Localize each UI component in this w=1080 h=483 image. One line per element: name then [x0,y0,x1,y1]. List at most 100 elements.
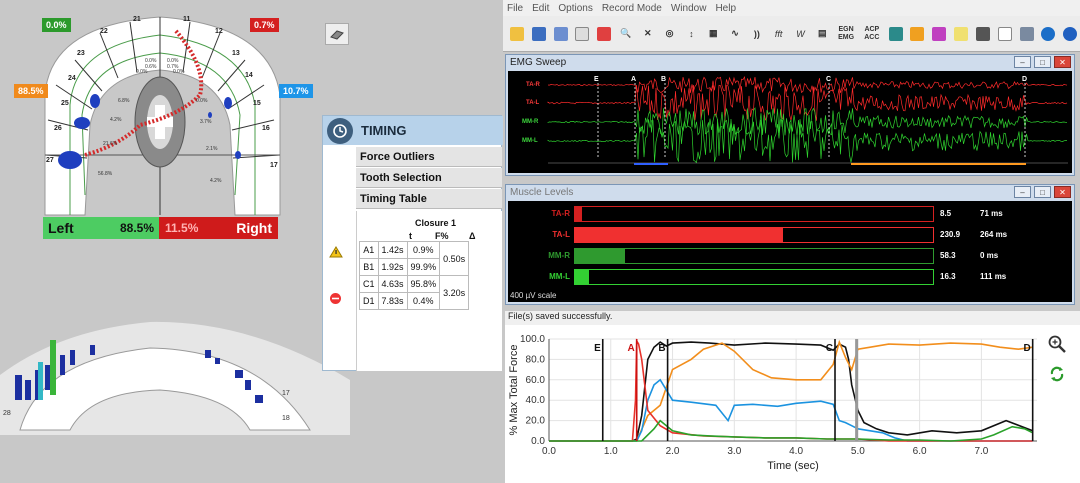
palette-icon[interactable] [929,23,949,45]
force-time-chart[interactable]: 0.020.040.060.080.0100.00.0 1.0 2.0 3.0 4.0 5… [505,325,1080,483]
x-tick-label: 3.0 [727,446,741,457]
close-button[interactable]: ✕ [1054,186,1071,198]
view-toggle-icon[interactable] [325,23,349,45]
channel-ta-r: TA-R [526,82,541,88]
save-icon[interactable] [529,23,549,45]
save-as-icon[interactable] [551,23,571,45]
menu-help[interactable]: Help [715,3,736,14]
channel-layout-icon[interactable]: ▤ [812,23,832,45]
row-id: C1 [359,275,379,293]
open-folder-icon[interactable] [507,23,527,45]
muscle-name: TA-L [552,230,570,239]
chart-icon[interactable] [908,23,928,45]
muscle-level-value: 16.3 [940,272,956,281]
scale-label: 400 µV scale [510,291,557,300]
right-label: Right [236,220,272,236]
fft-button[interactable]: fft [769,23,789,45]
tooth-pct: 3.7% [200,119,212,125]
acc-label: ACC [864,33,880,41]
close-icon[interactable]: ✕ [638,23,658,45]
timing-table-section[interactable]: Timing Table [356,189,502,209]
delete-icon[interactable] [594,23,614,45]
tooth-16-label: 16 [262,125,270,132]
timing-header[interactable]: TIMING [323,116,503,145]
tooth-selection-section[interactable]: Tooth Selection [356,168,502,188]
occlusal-arch-2d[interactable]: 21 11 22 12 23 13 24 14 25 15 26 16 27 1… [30,5,290,220]
y-tick-label: 60.0 [526,375,546,386]
document-icon[interactable] [995,23,1015,45]
copy-icon[interactable] [572,23,592,45]
menu-record-mode[interactable]: Record Mode [602,3,662,14]
print-icon[interactable] [1017,23,1037,45]
maximize-button[interactable]: □ [1034,56,1051,68]
top-left-pct-badge: 0.0% [42,18,71,32]
muscle-levels-title: Muscle Levels [510,187,574,198]
time-marker-label: D [1023,343,1030,354]
target-icon[interactable]: ◎ [660,23,680,45]
muscle-level-time: 264 ms [980,230,1008,239]
refresh-icon[interactable] [1048,365,1066,386]
time-marker-label: C [826,343,833,354]
tooth-22-label: 22 [100,28,108,35]
acp-acc-button[interactable]: ACP ACC [860,23,884,45]
muscle-level-row: MM-L 16.3 111 ms [508,269,1072,287]
camera-icon[interactable] [973,23,993,45]
muscle-levels-window: Muscle Levels – □ ✕ TA-R 8.5 71 ms TA-L 230.… [505,184,1075,305]
x-tick-label: 2.0 [666,446,680,457]
menu-edit[interactable]: Edit [532,3,549,14]
side-left-pct-badge: 88.5% [14,84,48,98]
tooth-13-label: 13 [232,50,240,57]
teeth-icon[interactable] [886,23,906,45]
sound-icon[interactable]: )) [747,23,767,45]
tooth-25-label: 25 [61,100,69,107]
grid-icon[interactable]: ▦ [703,23,723,45]
note-icon[interactable] [951,23,971,45]
close-button[interactable]: ✕ [1054,56,1071,68]
minimize-button[interactable]: – [1014,186,1031,198]
row-id: A1 [359,241,379,259]
maximize-button[interactable]: □ [1034,186,1051,198]
x-axis-label: Time (sec) [767,460,819,472]
left-balance: Left 88.5% [43,217,159,239]
muscle-name: MM-R [548,251,570,260]
wave-icon[interactable]: ∿ [725,23,745,45]
menu-window[interactable]: Window [671,3,707,14]
col-f-header: F% [435,231,449,241]
tooth-28-label: 28 [3,410,11,417]
x-tick-label: 4.0 [789,446,803,457]
channel-mm-l: MM-L [522,138,538,144]
delta-cell: 0.50s [439,241,470,276]
help-icon[interactable] [1060,23,1080,45]
tooth-pct: 0.0% [173,69,185,75]
muscle-level-value: 230.9 [940,230,961,239]
menu-options[interactable]: Options [558,3,592,14]
globe-icon[interactable] [1038,23,1058,45]
left-right-balance-bar: Left 88.5% 11.5% Right [43,217,278,239]
zoom-icon[interactable] [1048,335,1066,358]
row-t: 4.63s [377,275,408,293]
tooth-14-label: 14 [245,72,253,79]
table-row: C1 4.63s 95.8% 3.20s [359,275,470,310]
time-marker-label: B [658,343,665,354]
menu-file[interactable]: File [507,3,523,14]
muscle-level-track [574,248,934,264]
emg-sweep-plot[interactable]: E A B C D TA-R TA-L MM-R MM-L [508,71,1072,173]
muscle-level-fill [575,207,583,221]
tooth-pct: 21.6% [103,141,118,147]
error-icon [330,293,341,304]
emg-sweep-title: EMG Sweep [510,57,567,68]
vertical-arrows-icon[interactable]: ↕ [682,23,702,45]
occlusal-arch-3d[interactable]: 28 17 18 [0,320,350,440]
minimize-button[interactable]: – [1014,56,1031,68]
emg-label: EMG [838,33,855,41]
force-chart-panel: 0.0 20.0 40.0 60.0 80.0 100.0 0.0 1.0 2.0 3.0 4.0 5… [505,325,1080,483]
tooth-21-label: 21 [133,16,141,23]
search-icon[interactable]: 🔍 [616,23,636,45]
row-f: 0.9% [406,241,441,259]
timing-panel: TIMING Force Outliers Tooth Selection Ti… [322,115,503,371]
emg-trace [547,75,1068,94]
egn-emg-button[interactable]: EGN EMG [834,23,858,45]
force-outliers-section[interactable]: Force Outliers [356,147,502,167]
y-tick-label: 100.0 [520,334,545,345]
w-button[interactable]: W [791,23,811,45]
